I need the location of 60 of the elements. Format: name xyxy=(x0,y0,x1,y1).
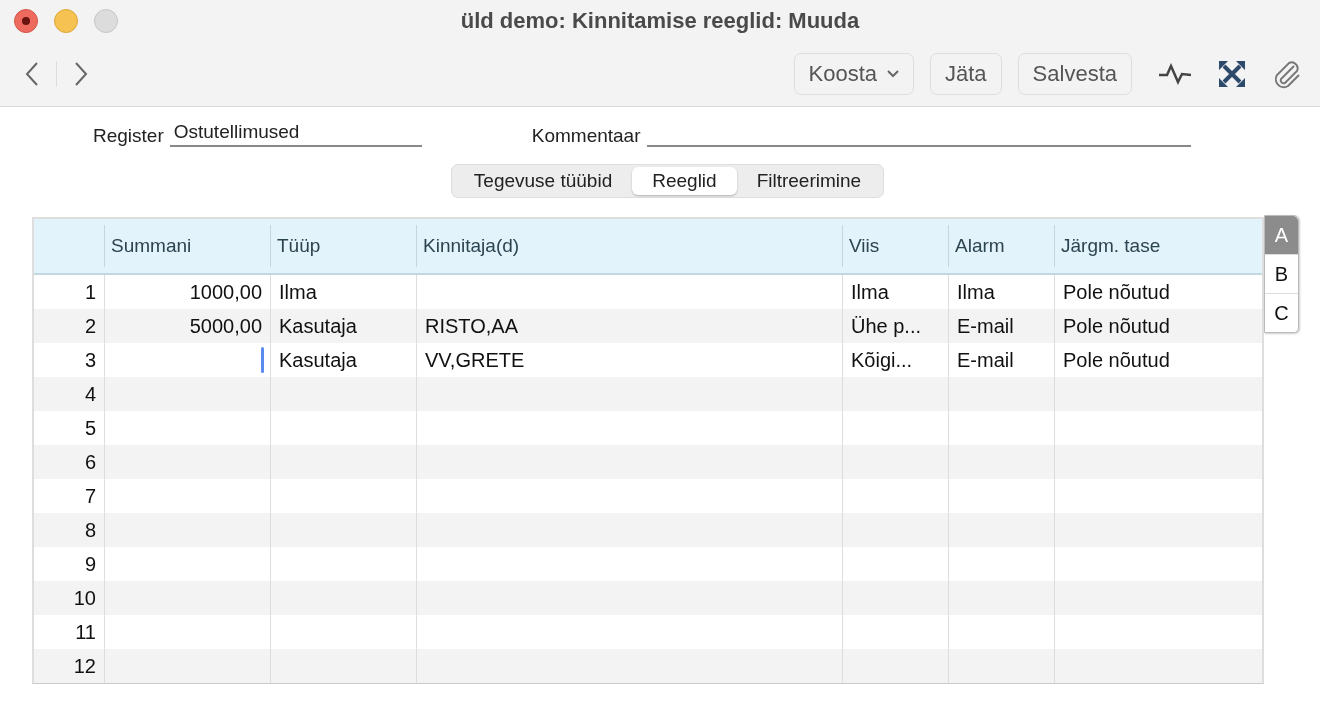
toolbar-button[interactable]: Salvesta xyxy=(1017,53,1132,95)
row-number: 7 xyxy=(83,484,97,509)
window-title: üld demo: Kinnitamise reeglid: Muuda xyxy=(460,8,860,34)
row-number: 2 xyxy=(83,314,97,339)
table-row[interactable]: 4 xyxy=(34,377,1262,411)
column-header[interactable]: Järgm. tase xyxy=(1054,225,1262,267)
activity-icon[interactable] xyxy=(1158,63,1192,85)
table-cell: Pole nõutud xyxy=(1063,281,1170,303)
column-header[interactable]: Alarm xyxy=(948,225,1054,267)
table-cell: Pole nõutud xyxy=(1063,315,1170,337)
table-cell: Ilma xyxy=(279,281,317,303)
comment-label: Kommentaar xyxy=(531,125,641,147)
back-icon[interactable] xyxy=(24,61,40,87)
row-number: 1 xyxy=(83,280,97,305)
register-field[interactable]: Ostutellimused xyxy=(169,121,422,147)
table-cell: E-mail xyxy=(957,349,1014,371)
register-label: Register xyxy=(93,125,164,147)
menu-button[interactable]: Koosta xyxy=(793,53,914,95)
table-row[interactable]: 12 xyxy=(34,649,1262,683)
row-number: 10 xyxy=(72,586,97,611)
column-header[interactable]: Summani xyxy=(104,225,270,267)
column-header[interactable]: Viis xyxy=(842,225,948,267)
close-button[interactable] xyxy=(14,9,38,33)
table-cell: RISTO,AA xyxy=(425,315,518,337)
row-number: 12 xyxy=(72,654,97,679)
row-number: 6 xyxy=(83,450,97,475)
table-row[interactable]: 6 xyxy=(34,445,1262,479)
column-header[interactable]: Kinnitaja(d) xyxy=(416,225,842,267)
forward-icon[interactable] xyxy=(73,61,89,87)
row-number: 4 xyxy=(83,382,97,407)
tab[interactable]: Filtreerimine xyxy=(736,167,882,195)
table-row[interactable]: 2 5000,00 Kasutaja RISTO,AA Ühe p... E-mail Pole nõutud xyxy=(34,309,1262,343)
column-header[interactable]: Tüüp xyxy=(270,225,416,267)
table-cell: Ilma xyxy=(851,281,889,303)
table-cell: Ühe p... xyxy=(851,315,922,337)
row-number: 5 xyxy=(83,416,97,441)
table-cell: Kasutaja xyxy=(279,315,357,337)
toolbar-button[interactable]: Jäta xyxy=(930,53,1002,95)
tab[interactable]: Reeglid xyxy=(632,167,737,195)
table-cell: Kasutaja xyxy=(279,349,357,371)
paperclip-icon[interactable] xyxy=(1272,58,1302,90)
index-tab[interactable]: B xyxy=(1265,254,1298,293)
table-cell: 1000,00 xyxy=(189,281,262,303)
table-cell: Pole nõutud xyxy=(1063,349,1170,371)
expand-icon[interactable] xyxy=(1218,60,1246,88)
table-cell: Kõigi... xyxy=(851,349,913,371)
row-number: 3 xyxy=(83,348,97,373)
chevron-down-icon xyxy=(887,70,899,78)
table-cell: VV,GRETE xyxy=(425,349,525,371)
index-tab[interactable]: C xyxy=(1265,293,1298,332)
row-number: 9 xyxy=(83,552,97,577)
tab[interactable]: Tegevuse tüübid xyxy=(453,167,633,195)
row-number: 11 xyxy=(74,620,97,645)
table-cell: 5000,00 xyxy=(189,315,262,337)
row-number: 8 xyxy=(83,518,97,543)
table-row[interactable]: 10 xyxy=(34,581,1262,615)
table-cell: Ilma xyxy=(957,281,995,303)
text-caret xyxy=(261,347,264,373)
table-row[interactable]: 8 xyxy=(34,513,1262,547)
table-cell: E-mail xyxy=(957,315,1014,337)
